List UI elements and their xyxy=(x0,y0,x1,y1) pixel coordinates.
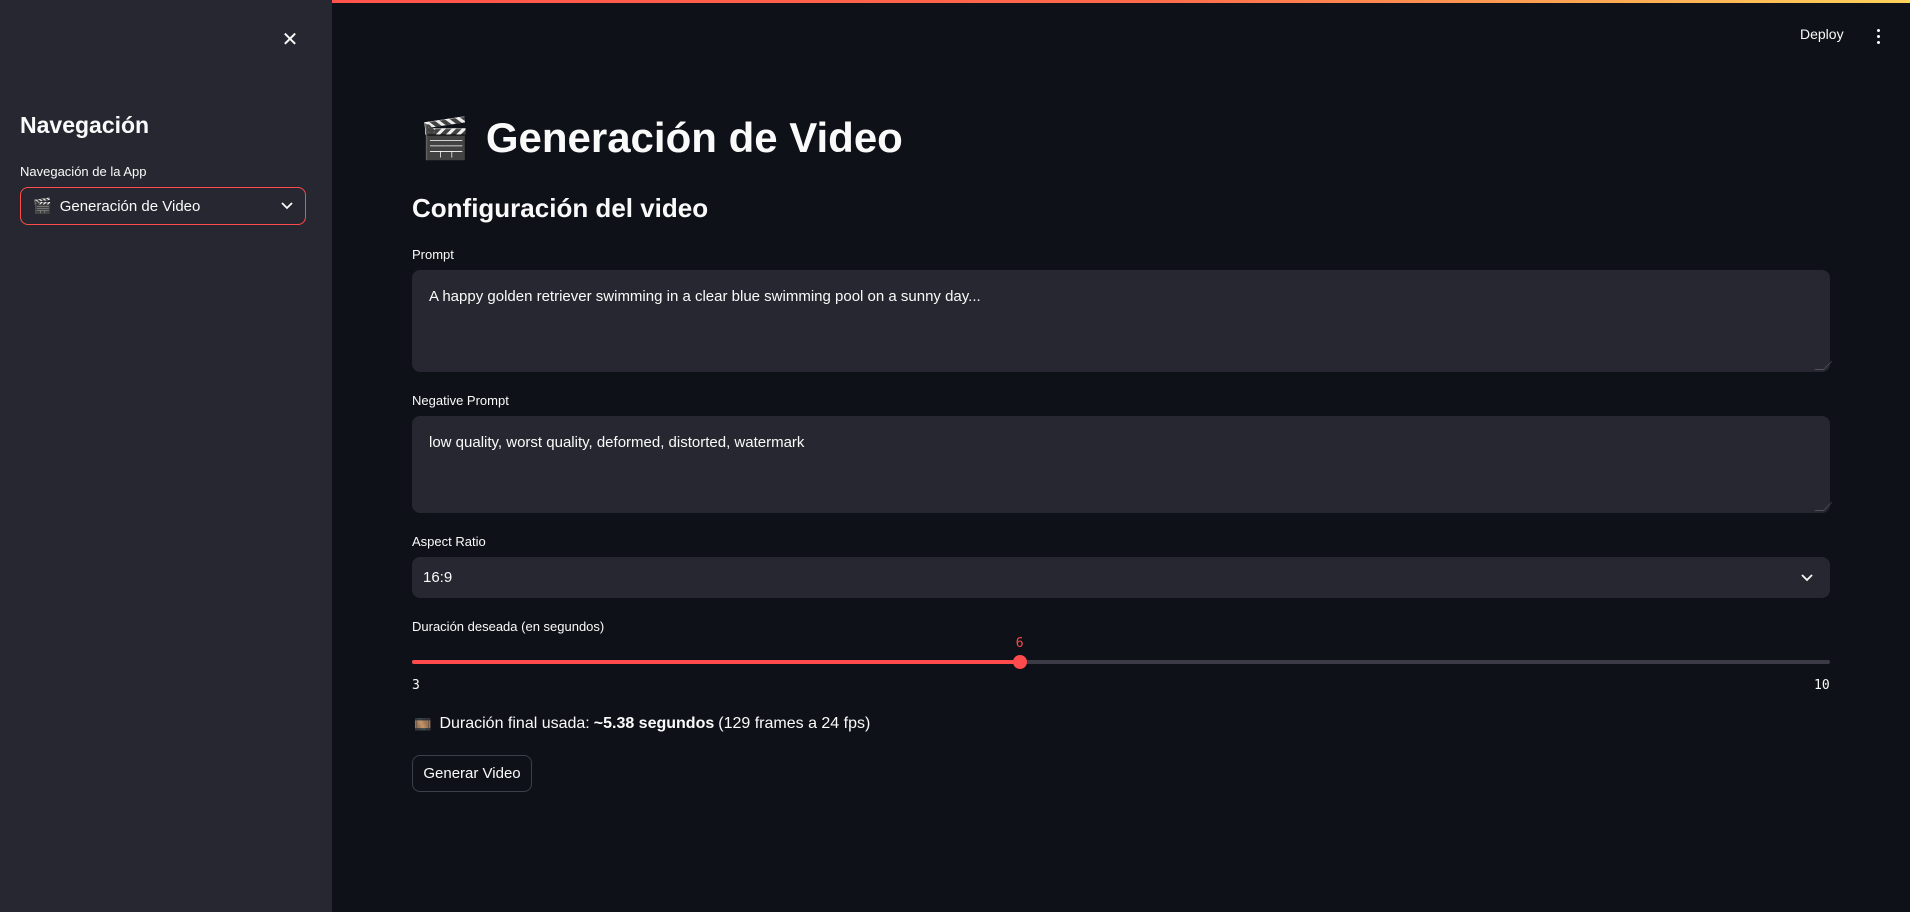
aspect-ratio-label: Aspect Ratio xyxy=(412,534,486,549)
nav-select-value: Generación de Video xyxy=(59,197,201,215)
aspect-ratio-select[interactable]: 16:9 xyxy=(412,557,1830,598)
negative-prompt-text: low quality, worst quality, deformed, di… xyxy=(429,434,805,451)
prompt-label: Prompt xyxy=(412,247,454,262)
slider-value: 6 xyxy=(1015,636,1024,651)
close-icon: ✕ xyxy=(281,29,299,51)
clapperboard-icon: 🎬 xyxy=(33,198,52,215)
film-frames-icon: 🎞️ xyxy=(414,715,432,732)
main-menu-button[interactable] xyxy=(1870,22,1886,50)
sidebar: ✕ Navegación Navegación de la App 🎬 Gene… xyxy=(0,0,332,912)
deploy-button[interactable]: Deploy xyxy=(1800,26,1844,42)
slider-fill xyxy=(412,660,1020,664)
chevron-down-icon xyxy=(281,202,293,210)
prompt-text: A happy golden retriever swimming in a c… xyxy=(429,288,981,305)
resize-handle[interactable] xyxy=(1814,361,1833,370)
duration-label: Duración deseada (en segundos) xyxy=(412,619,605,634)
slider-max-label: 10 xyxy=(1814,678,1830,693)
prompt-textarea[interactable]: A happy golden retriever swimming in a c… xyxy=(412,270,1833,372)
negative-prompt-textarea[interactable]: low quality, worst quality, deformed, di… xyxy=(412,416,1833,513)
final-duration-value: ~5.38 segundos xyxy=(593,715,715,732)
resize-handle[interactable] xyxy=(1814,502,1833,511)
dot-icon xyxy=(1876,40,1880,44)
negative-prompt-label: Negative Prompt xyxy=(412,393,509,408)
duration-slider[interactable]: 6 xyxy=(412,636,1830,669)
dot-icon xyxy=(1876,28,1880,32)
final-duration-suffix: (129 frames a 24 fps) xyxy=(718,715,871,732)
sidebar-title: Navegación xyxy=(20,112,150,138)
generate-video-button[interactable]: Generar Video xyxy=(412,755,532,792)
chevron-down-icon xyxy=(1801,573,1813,581)
section-title: Configuración del video xyxy=(412,193,709,223)
final-duration-info: 🎞️ Duración final usada: ~5.38 segundos … xyxy=(414,715,870,733)
clapperboard-icon: 🎬 xyxy=(420,116,470,161)
nav-select-label: Navegación de la App xyxy=(20,164,147,179)
close-sidebar-button[interactable]: ✕ xyxy=(278,28,302,52)
page-title: 🎬 Generación de Video xyxy=(420,114,903,162)
aspect-ratio-value: 16:9 xyxy=(423,569,453,586)
slider-thumb[interactable] xyxy=(1012,655,1027,669)
page-title-text: Generación de Video xyxy=(485,114,903,161)
dot-icon xyxy=(1876,34,1880,38)
final-duration-prefix: Duración final usada: xyxy=(439,715,590,732)
slider-min-label: 3 xyxy=(412,678,420,693)
nav-select[interactable]: 🎬 Generación de Video xyxy=(20,187,306,225)
